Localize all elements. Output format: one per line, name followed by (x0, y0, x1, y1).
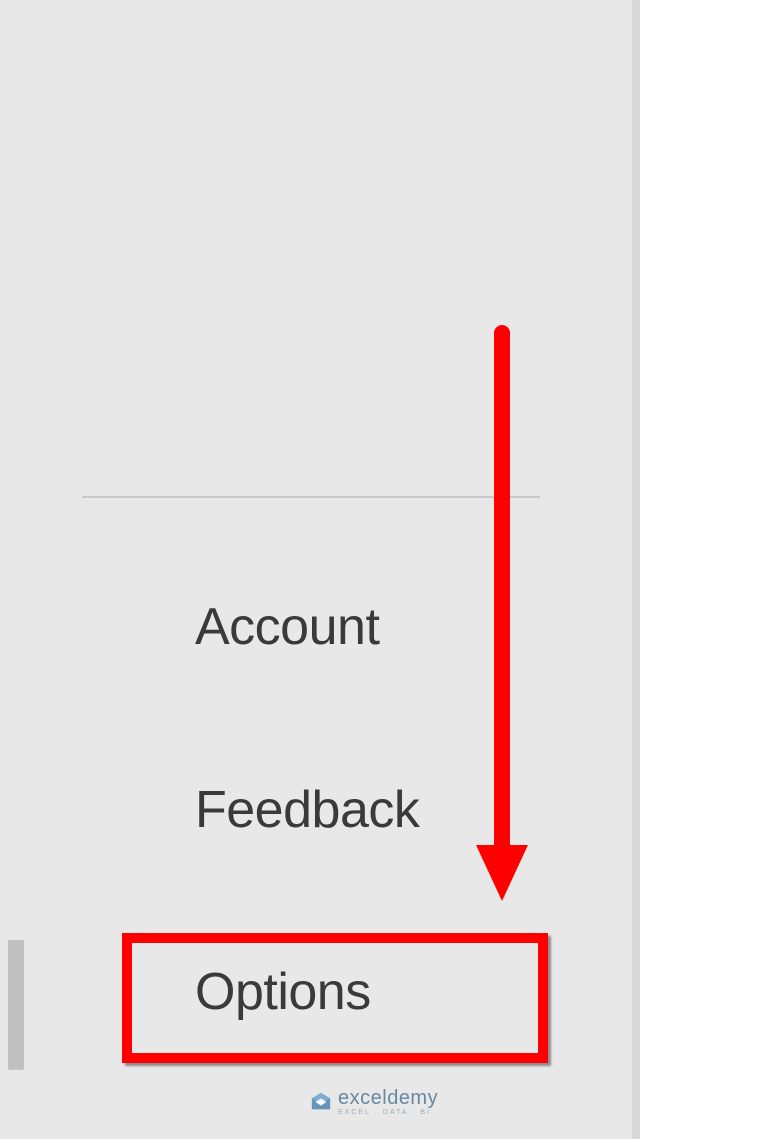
scrollbar-thumb[interactable] (8, 940, 24, 1070)
watermark: exceldemy EXCEL · DATA · BI (310, 1088, 438, 1116)
divider-line (82, 496, 540, 498)
menu-item-feedback[interactable]: Feedback (195, 780, 419, 840)
watermark-brand: exceldemy (338, 1088, 438, 1108)
menu-item-options[interactable]: Options (195, 962, 371, 1022)
panel-right-edge (632, 0, 640, 1139)
watermark-text: exceldemy EXCEL · DATA · BI (338, 1088, 438, 1116)
watermark-logo-icon (310, 1091, 332, 1113)
watermark-tagline: EXCEL · DATA · BI (338, 1109, 438, 1116)
menu-item-account[interactable]: Account (195, 597, 379, 657)
sidebar-panel: Account Feedback Options (0, 0, 632, 1139)
